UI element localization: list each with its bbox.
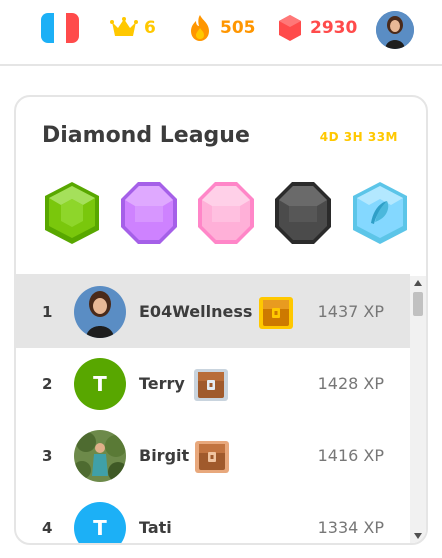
scroll-down-arrow-icon[interactable] [410, 529, 426, 543]
avatar-initial: T [93, 372, 107, 396]
rank-number: 4 [42, 519, 53, 537]
user-avatar [74, 286, 126, 338]
user-name: E04Wellness [139, 302, 253, 321]
gem-icon [276, 14, 304, 42]
streak-counter[interactable]: 505 [186, 14, 256, 42]
league-title: Diamond League [42, 123, 250, 148]
user-name: Birgit [139, 446, 190, 465]
avatar-initial: T [93, 516, 107, 540]
leaderboard-row[interactable]: 3 Birgit 1416 XP [16, 420, 410, 492]
emerald-league-badge-icon [41, 179, 103, 247]
pearl-league-badge-icon [195, 179, 257, 247]
silver-chest-icon [193, 368, 229, 402]
user-avatar [74, 430, 126, 482]
gems-counter[interactable]: 2930 [276, 14, 357, 42]
rank-number: 2 [42, 375, 53, 393]
bronze-chest-icon [194, 440, 230, 474]
user-name: Terry [139, 374, 185, 393]
rank-number: 3 [42, 447, 53, 465]
profile-avatar[interactable] [376, 11, 414, 49]
user-xp: 1334 XP [317, 518, 384, 537]
league-badges [41, 179, 411, 247]
user-avatar: T [74, 358, 126, 410]
crowns-counter[interactable]: 6 [110, 14, 156, 42]
rank-number: 1 [42, 303, 53, 321]
obsidian-league-badge-icon [272, 179, 334, 247]
leaderboard-scrollbar[interactable] [410, 276, 426, 543]
leaderboard-row[interactable]: 4 T Tati 1334 XP [16, 492, 410, 543]
gold-chest-icon [258, 296, 294, 330]
diamond-league-badge-icon [349, 179, 411, 247]
scroll-up-arrow-icon[interactable] [410, 276, 426, 290]
leaderboard-row[interactable]: 2 T Terry 1428 XP [16, 348, 410, 420]
user-avatar: T [74, 502, 126, 543]
league-card: Diamond League 4D 3H 33M 1 E04Wellness 1… [14, 95, 428, 545]
amethyst-league-badge-icon [118, 179, 180, 247]
crowns-count: 6 [144, 18, 156, 38]
league-timer: 4D 3H 33M [319, 130, 398, 144]
crown-icon [110, 14, 138, 42]
user-xp: 1416 XP [317, 446, 384, 465]
top-bar: 6 505 2930 [0, 0, 442, 66]
french-flag-icon[interactable] [41, 13, 79, 43]
user-name: Tati [139, 518, 172, 537]
user-xp: 1428 XP [317, 374, 384, 393]
streak-count: 505 [220, 18, 256, 38]
leaderboard-row-current-user[interactable]: 1 E04Wellness 1437 XP [16, 276, 410, 348]
leaderboard-list: 1 E04Wellness 1437 XP 2 T Terry 1428 XP … [16, 276, 410, 543]
gems-count: 2930 [310, 18, 358, 38]
scroll-thumb[interactable] [413, 292, 423, 316]
fire-icon [186, 14, 214, 42]
user-xp: 1437 XP [317, 302, 384, 321]
